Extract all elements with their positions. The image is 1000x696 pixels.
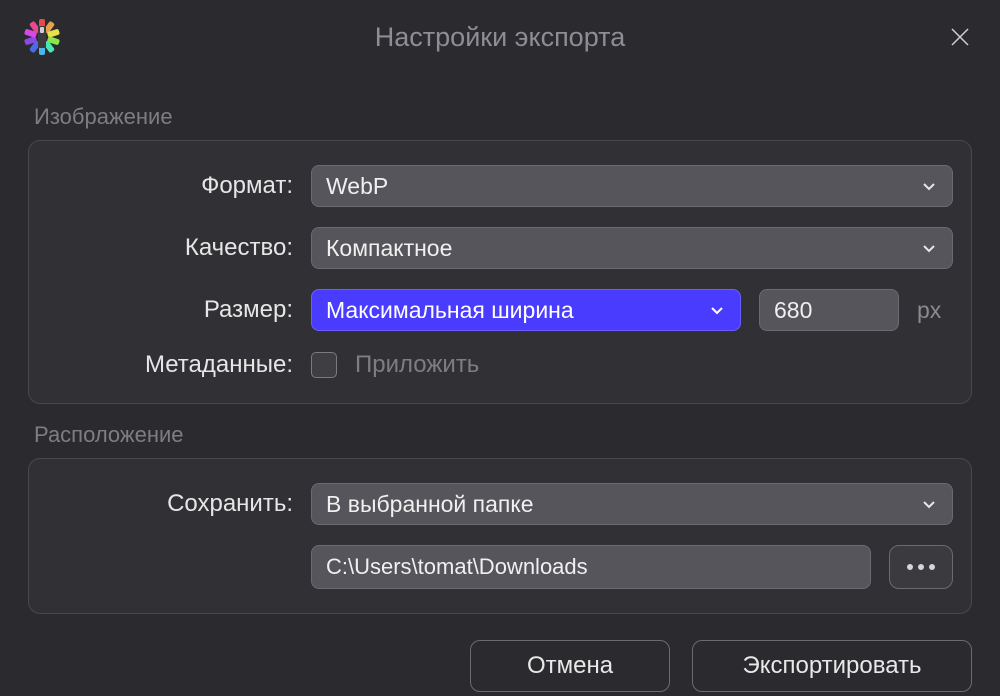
- group-location: Сохранить: В выбранной папке . C:\Users\…: [28, 458, 972, 614]
- row-size: Размер: Максимальная ширина 680 px: [47, 279, 953, 341]
- close-icon: [948, 25, 972, 49]
- label-size: Размер:: [47, 296, 293, 324]
- group-image: Формат: WebP Качество: Компактное Размер…: [28, 140, 972, 404]
- label-quality: Качество:: [47, 234, 293, 262]
- size-mode-select[interactable]: Максимальная ширина: [311, 289, 741, 331]
- metadata-checkbox[interactable]: [311, 352, 337, 378]
- group-heading-image: Изображение: [34, 104, 972, 130]
- browse-button[interactable]: [889, 545, 953, 589]
- label-format: Формат:: [47, 172, 293, 200]
- row-quality: Качество: Компактное: [47, 217, 953, 279]
- close-button[interactable]: [940, 17, 980, 57]
- dialog-footer: Отмена Экспортировать: [0, 614, 1000, 692]
- chevron-down-icon: [708, 301, 726, 319]
- size-value-input[interactable]: 680: [759, 289, 899, 331]
- cancel-button[interactable]: Отмена: [470, 640, 670, 692]
- label-save: Сохранить:: [47, 490, 293, 518]
- row-path: . C:\Users\tomat\Downloads: [47, 535, 953, 599]
- label-metadata: Метаданные:: [47, 351, 293, 379]
- format-select-value: WebP: [326, 173, 388, 200]
- size-unit: px: [917, 297, 951, 324]
- dialog-title: Настройки экспорта: [0, 22, 1000, 53]
- dialog-content: Изображение Формат: WebP Качество: Компа…: [0, 74, 1000, 614]
- chevron-down-icon: [920, 177, 938, 195]
- row-format: Формат: WebP: [47, 155, 953, 217]
- path-input[interactable]: C:\Users\tomat\Downloads: [311, 545, 871, 589]
- save-location-value: В выбранной папке: [326, 491, 533, 518]
- metadata-attach-label: Приложить: [355, 351, 479, 379]
- export-button[interactable]: Экспортировать: [692, 640, 972, 692]
- format-select[interactable]: WebP: [311, 165, 953, 207]
- titlebar: Настройки экспорта: [0, 0, 1000, 74]
- more-horizontal-icon: [907, 564, 913, 570]
- size-mode-value: Максимальная ширина: [326, 297, 574, 324]
- row-metadata: Метаданные: Приложить: [47, 341, 953, 389]
- quality-select[interactable]: Компактное: [311, 227, 953, 269]
- chevron-down-icon: [920, 239, 938, 257]
- row-save: Сохранить: В выбранной папке: [47, 473, 953, 535]
- chevron-down-icon: [920, 495, 938, 513]
- group-heading-location: Расположение: [34, 422, 972, 448]
- app-logo-icon: [20, 15, 64, 59]
- quality-select-value: Компактное: [326, 235, 452, 262]
- save-location-select[interactable]: В выбранной папке: [311, 483, 953, 525]
